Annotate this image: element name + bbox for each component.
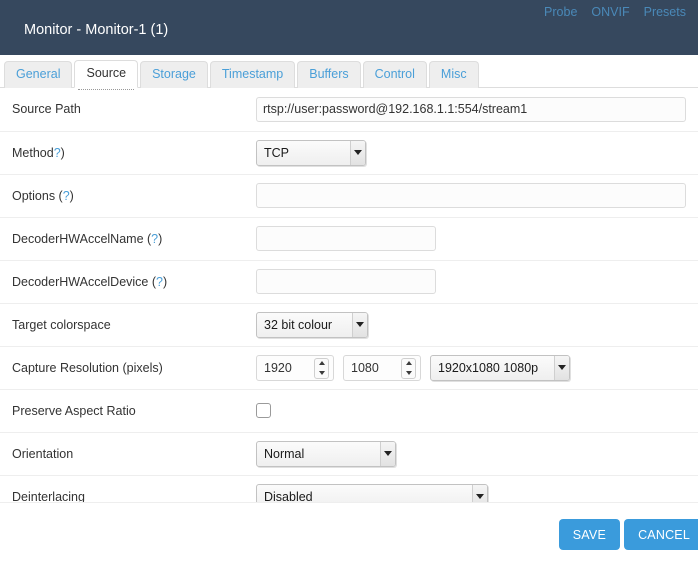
label-options: Options (?): [0, 174, 256, 217]
orientation-select[interactable]: Normal: [256, 440, 396, 467]
label-source-path: Source Path: [12, 102, 81, 117]
label-options-suffix: ): [69, 188, 74, 203]
label-decoder-hwaccel-name: DecoderHWAccelName (?): [0, 217, 256, 260]
method-select-value: TCP: [264, 145, 289, 160]
row-preserve-aspect-ratio: Preserve Aspect Ratio: [0, 389, 698, 432]
label-method-suffix: ): [60, 145, 65, 160]
capture-height-stepper[interactable]: 1080: [343, 354, 421, 381]
preserve-aspect-ratio-checkbox[interactable]: [256, 402, 271, 418]
decoder-hwaccel-device-input[interactable]: [256, 269, 436, 294]
chevron-down-icon[interactable]: [315, 368, 328, 378]
row-source-path: Source Path: [0, 88, 698, 131]
tab-general[interactable]: General: [4, 60, 73, 88]
label-decoder-hwaccel-device: DecoderHWAccelDevice (?): [0, 260, 256, 303]
capture-width-stepper-buttons[interactable]: [314, 357, 329, 379]
orientation-value: Normal: [264, 446, 305, 461]
save-button[interactable]: SAVE: [558, 519, 620, 550]
capture-resolution-group: 1920 1080 1920x1080 1080p: [256, 354, 688, 381]
decoder-hwaccel-name-input[interactable]: [256, 226, 436, 251]
chevron-down-icon: [380, 441, 395, 466]
capture-width-value: 1920: [264, 360, 292, 375]
method-select[interactable]: TCP: [256, 139, 366, 166]
presets-link[interactable]: Presets: [644, 5, 686, 19]
tab-misc[interactable]: Misc: [428, 60, 479, 88]
options-input[interactable]: [256, 183, 686, 208]
source-path-input[interactable]: [256, 96, 686, 122]
label-method-text: Method: [12, 145, 54, 160]
label-preserve-aspect-ratio: Preserve Aspect Ratio: [12, 403, 136, 418]
capture-height-stepper-buttons[interactable]: [401, 357, 416, 379]
row-method: Method?) TCP: [0, 131, 698, 174]
target-colorspace-select[interactable]: 32 bit colour: [256, 311, 368, 338]
onvif-link[interactable]: ONVIF: [591, 5, 629, 19]
resolution-preset-select[interactable]: 1920x1080 1080p: [430, 354, 570, 381]
chevron-up-icon[interactable]: [315, 359, 328, 369]
resolution-preset-value: 1920x1080 1080p: [438, 360, 539, 375]
label-capture-resolution: Capture Resolution (pixels): [12, 360, 163, 375]
chevron-down-icon[interactable]: [402, 368, 415, 378]
options-help-icon[interactable]: ?: [63, 189, 70, 203]
decoder-hwaccel-device-help-icon[interactable]: ?: [156, 275, 163, 289]
monitor-settings-window: Probe ONVIF Presets Monitor - Monitor-1 …: [0, 0, 698, 565]
label-method: Method?): [0, 131, 256, 174]
label-options-prefix: Options (: [12, 188, 63, 203]
chevron-down-icon: [350, 140, 365, 165]
tab-storage[interactable]: Storage: [140, 60, 208, 88]
label-decoder-hwaccel-device-prefix: DecoderHWAccelDevice (: [12, 274, 157, 289]
tab-timestamp[interactable]: Timestamp: [209, 60, 296, 88]
row-options: Options (?): [0, 174, 698, 217]
method-help-icon[interactable]: ?: [54, 146, 61, 160]
row-capture-resolution: Capture Resolution (pixels) 1920 1080 19…: [0, 346, 698, 389]
capture-height-value: 1080: [351, 360, 379, 375]
chevron-down-icon: [554, 355, 569, 380]
cancel-button[interactable]: CANCEL: [624, 519, 698, 550]
tab-buffers[interactable]: Buffers: [297, 60, 361, 88]
tab-control[interactable]: Control: [362, 60, 427, 88]
source-settings-form: Source Path Method?) TCP Options (?): [0, 88, 698, 519]
tab-source[interactable]: Source: [74, 59, 139, 91]
label-decoder-hwaccel-device-suffix: ): [162, 274, 168, 289]
chevron-up-icon[interactable]: [402, 359, 415, 369]
form-footer: SAVE CANCEL: [0, 502, 698, 565]
chevron-down-icon: [352, 312, 367, 337]
label-target-colorspace: Target colorspace: [12, 317, 111, 332]
window-header: Probe ONVIF Presets Monitor - Monitor-1 …: [0, 0, 698, 55]
header-links: Probe ONVIF Presets: [544, 5, 686, 19]
page-title: Monitor - Monitor-1 (1): [24, 22, 169, 38]
row-decoder-hwaccel-name: DecoderHWAccelName (?): [0, 217, 698, 260]
label-decoder-hwaccel-name-suffix: ): [158, 231, 163, 246]
label-decoder-hwaccel-name-prefix: DecoderHWAccelName (: [12, 231, 152, 246]
capture-width-stepper[interactable]: 1920: [256, 354, 334, 381]
target-colorspace-value: 32 bit colour: [264, 317, 333, 332]
probe-link[interactable]: Probe: [544, 5, 577, 19]
row-decoder-hwaccel-device: DecoderHWAccelDevice (?): [0, 260, 698, 303]
row-orientation: Orientation Normal: [0, 432, 698, 475]
row-target-colorspace: Target colorspace 32 bit colour: [0, 303, 698, 346]
label-orientation: Orientation: [12, 446, 74, 461]
tab-bar: General Source Storage Timestamp Buffers…: [0, 55, 698, 91]
